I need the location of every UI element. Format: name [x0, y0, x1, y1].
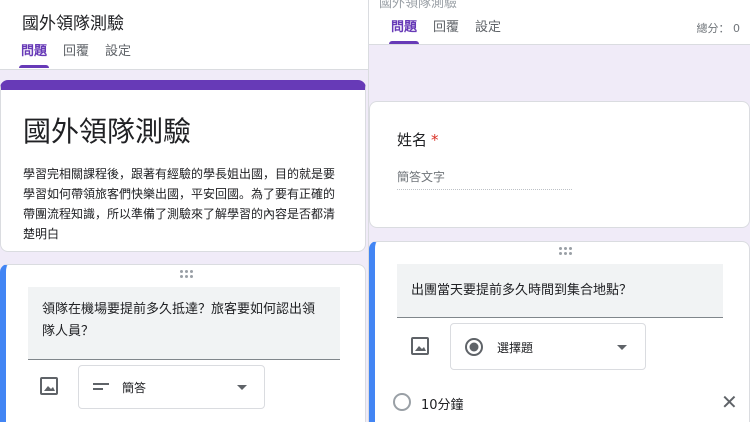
- required-asterisk: *: [431, 131, 439, 149]
- right-screenshot-panel: 國外領隊測驗 問題 回覆 設定 總分： 0 80分及格通過。 姓名 * 簡答文字 …: [369, 0, 750, 422]
- image-icon[interactable]: [411, 337, 429, 355]
- question-card[interactable]: 領隊在機場要提前多久抵達？旅客要如何認出領隊人員？ 簡答: [0, 264, 366, 422]
- option-label[interactable]: 10分鐘: [421, 394, 464, 413]
- score-value: 0: [733, 22, 740, 35]
- score-label: 總分：: [696, 22, 730, 35]
- question-card-name[interactable]: 姓名 * 簡答文字: [369, 101, 750, 228]
- form-header-card[interactable]: 國外領隊測驗 學習完相關課程後，跟著有經驗的學長姐出國，目的就是要學習如何帶領旅…: [0, 80, 366, 252]
- question-type-dropdown[interactable]: 簡答: [78, 365, 265, 409]
- tab-questions[interactable]: 問題: [13, 42, 55, 68]
- form-tabs: 問題 回覆 設定: [383, 18, 509, 44]
- tab-settings[interactable]: 設定: [467, 18, 509, 44]
- top-app-bar: 國外領隊測驗 問題 回覆 設定 總分： 0: [369, 0, 750, 45]
- short-answer-placeholder: 簡答文字: [397, 168, 572, 190]
- question-type-dropdown[interactable]: 選擇題: [450, 323, 646, 370]
- drag-handle-icon[interactable]: [559, 247, 575, 257]
- option-radio[interactable]: [393, 393, 411, 411]
- tab-responses[interactable]: 回覆: [425, 18, 467, 44]
- tab-questions[interactable]: 問題: [383, 18, 425, 44]
- image-icon[interactable]: [40, 377, 58, 395]
- chevron-down-icon: [237, 385, 247, 390]
- top-app-bar: 國外領隊測驗 問題 回覆 設定: [0, 0, 369, 70]
- tab-settings[interactable]: 設定: [97, 42, 139, 68]
- question-type-label: 簡答: [122, 381, 147, 395]
- tab-responses[interactable]: 回覆: [55, 42, 97, 68]
- question-title-input[interactable]: 領隊在機場要提前多久抵達？旅客要如何認出領隊人員？: [28, 287, 340, 360]
- document-title[interactable]: 國外領隊測驗: [22, 9, 124, 34]
- remove-option-icon[interactable]: ✕: [721, 392, 738, 412]
- chevron-down-icon: [617, 345, 627, 350]
- document-title-cut: 國外領隊測驗: [379, 0, 458, 11]
- question-title-input[interactable]: 出團當天要提前多久時間到集合地點？: [397, 264, 723, 318]
- question-card[interactable]: 出團當天要提前多久時間到集合地點？ 選擇題 10分鐘 ✕: [369, 241, 750, 422]
- form-tabs: 問題 回覆 設定: [13, 42, 139, 68]
- question-title-text: 姓名: [397, 131, 428, 149]
- radio-button-icon: [465, 338, 483, 356]
- left-screenshot-panel: 國外領隊測驗 問題 回覆 設定 國外領隊測驗 學習完相關課程後，跟著有經驗的學長…: [0, 0, 369, 422]
- question-type-label: 選擇題: [497, 341, 534, 355]
- total-score: 總分： 0: [697, 20, 741, 36]
- drag-handle-icon[interactable]: [180, 270, 196, 280]
- form-description-tail: 80分及格通過。: [392, 49, 480, 63]
- short-answer-icon: [93, 383, 109, 390]
- form-description[interactable]: 學習完相關課程後，跟著有經驗的學長姐出國，目的就是要學習如何帶領旅客們快樂出國，…: [23, 164, 343, 244]
- question-title: 姓名 *: [397, 129, 439, 150]
- form-title[interactable]: 國外領隊測驗: [23, 110, 191, 150]
